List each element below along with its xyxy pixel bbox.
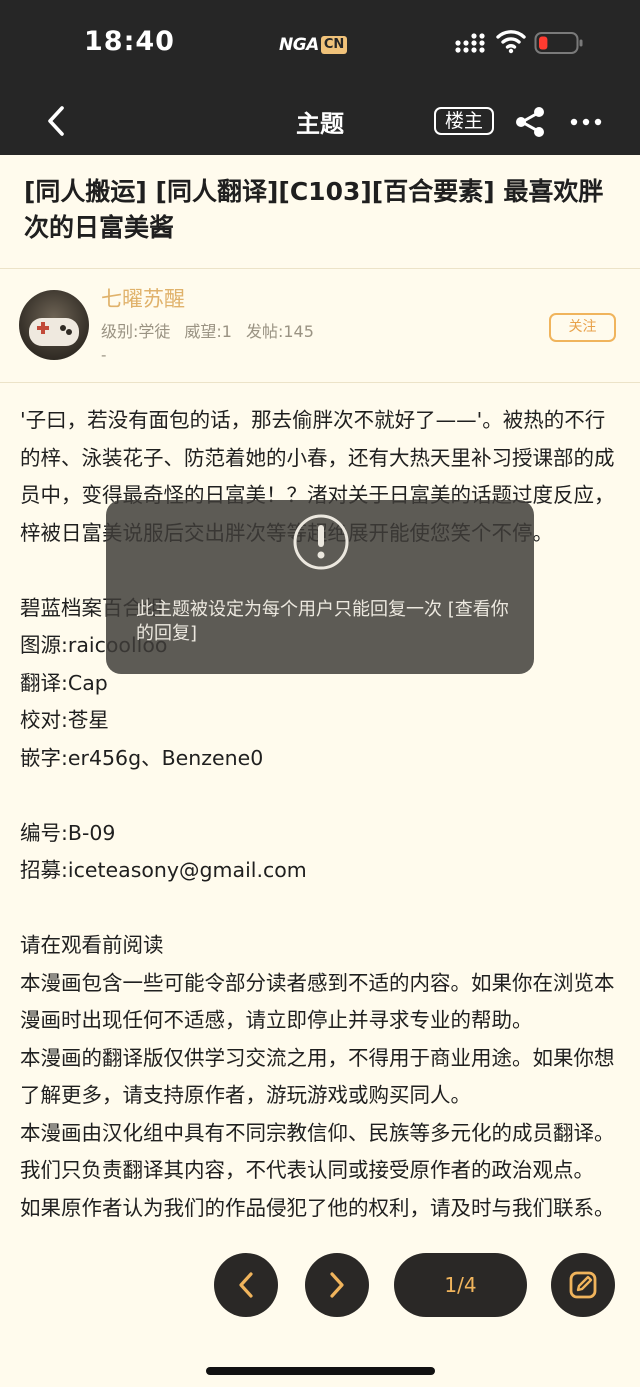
divider	[0, 382, 640, 383]
post-typesetter: 嵌字:er456g、Benzene0	[20, 745, 264, 770]
chevron-left-icon	[239, 1272, 253, 1298]
post-proofreader: 校对:苍星	[20, 708, 109, 732]
author-signature: -	[101, 346, 107, 364]
exclamation-circle-icon	[293, 514, 349, 570]
edit-icon	[569, 1271, 597, 1299]
more-button[interactable]	[568, 104, 604, 140]
signal-icon	[455, 33, 485, 53]
author-meta: 级别:学徒 威望:1 发帖:145	[101, 318, 314, 342]
notice-paragraph: 如果原作者认为我们的作品侵犯了他的权利，请及时与我们联系。	[20, 1195, 615, 1220]
reply-limit-toast: 此主题被设定为每个用户只能回复一次 [查看你的回复]	[106, 500, 534, 674]
next-page-button[interactable]	[305, 1253, 369, 1317]
carrier-badge: CN	[320, 36, 348, 54]
chevron-left-icon	[48, 106, 64, 136]
chevron-right-icon	[330, 1272, 344, 1298]
status-bar: 18:40 NGA CN	[0, 0, 640, 88]
share-icon	[516, 107, 544, 137]
status-time: 18:40	[84, 26, 175, 57]
wifi-icon	[496, 30, 526, 54]
author-prestige: 威望:1	[184, 322, 232, 341]
carrier-name: NGA	[279, 35, 319, 55]
home-indicator	[206, 1367, 435, 1375]
author-name[interactable]: 七曜苏醒	[101, 283, 185, 313]
toast-message: 此主题被设定为每个用户只能回复一次 [查看你的回复]	[136, 599, 509, 644]
share-button[interactable]	[512, 104, 548, 140]
avatar[interactable]	[19, 290, 89, 360]
prev-page-button[interactable]	[214, 1253, 278, 1317]
back-button[interactable]	[36, 100, 76, 142]
op-only-button[interactable]: 楼主	[434, 107, 494, 135]
notice-title: 请在观看前阅读	[20, 933, 164, 957]
author-post-count: 发帖:145	[245, 322, 314, 341]
carrier-logo: NGA CN	[279, 34, 348, 56]
author-level: 级别:学徒	[101, 322, 171, 341]
page-indicator[interactable]: 1/4	[394, 1253, 527, 1317]
post-number: 编号:B-09	[20, 820, 116, 845]
page-title: 主题	[296, 110, 344, 138]
divider	[0, 268, 640, 269]
notice-paragraph: 本漫画由汉化组中具有不同宗教信仰、民族等多元化的成员翻译。我们只负责翻译其内容，…	[20, 1120, 615, 1183]
reply-button[interactable]	[551, 1253, 615, 1317]
follow-button[interactable]: 关注	[549, 313, 616, 342]
notice-paragraph: 本漫画包含一些可能令部分读者感到不适的内容。如果你在浏览本漫画时出现任何不适感，…	[20, 970, 615, 1033]
nav-bar: 主题 楼主	[0, 88, 640, 155]
game-controller-avatar-icon	[29, 318, 79, 346]
topic-title: [同人搬运] [同人翻译][C103][百合要素] 最喜欢胖次的日富美酱	[24, 177, 604, 242]
battery-icon	[534, 32, 583, 54]
post-recruit: 招募:iceteasony@gmail.com	[20, 858, 307, 882]
notice-paragraph: 本漫画的翻译版仅供学习交流之用，不得用于商业用途。如果你想了解更多，请支持原作者…	[20, 1045, 615, 1108]
more-horizontal-icon	[570, 118, 602, 126]
